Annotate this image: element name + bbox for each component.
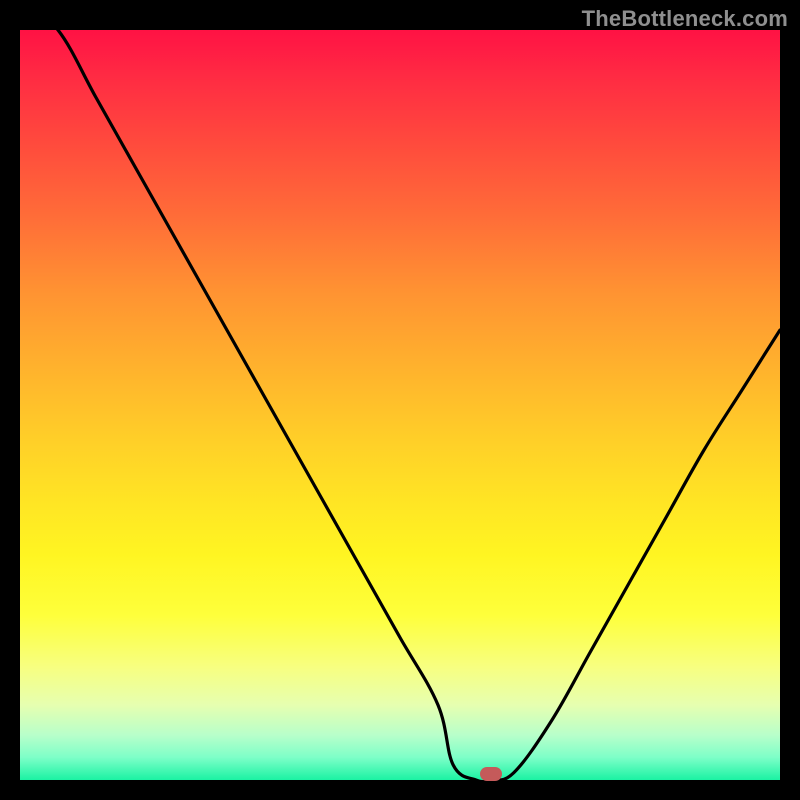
chart-frame: TheBottleneck.com (0, 0, 800, 800)
watermark-text: TheBottleneck.com (582, 6, 788, 32)
plot-area (20, 30, 780, 780)
bottleneck-curve (20, 30, 780, 780)
minimum-marker (480, 767, 502, 781)
